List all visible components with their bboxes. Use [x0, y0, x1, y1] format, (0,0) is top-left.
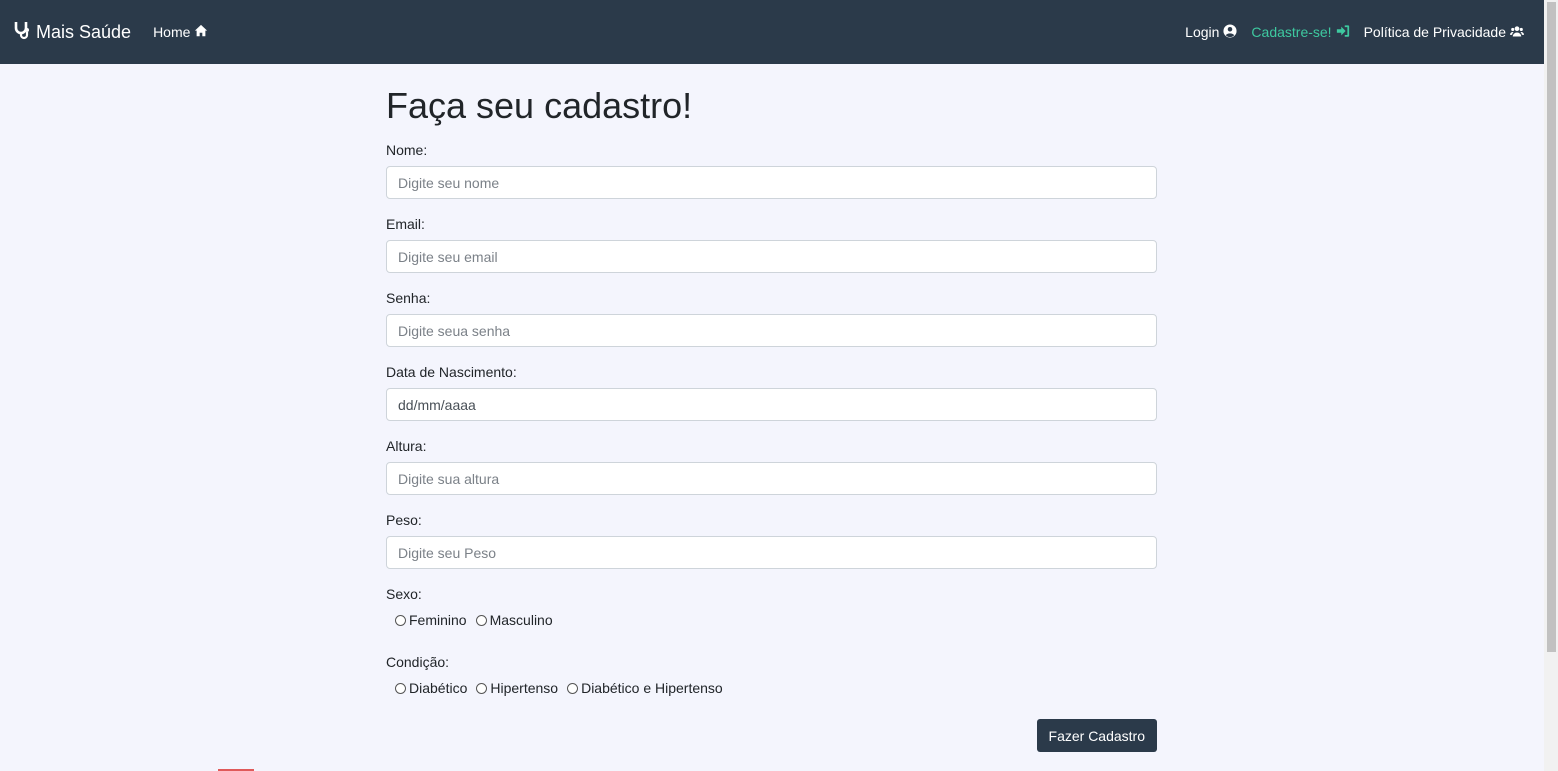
nome-label: Nome: — [386, 142, 428, 159]
nav-signup-label: Cadastre-se! — [1251, 24, 1332, 40]
condicao-option-diabetico[interactable]: Diabético — [395, 680, 467, 696]
radio-button[interactable] — [395, 682, 406, 694]
nav-login-label: Login — [1185, 24, 1220, 40]
nav-privacy[interactable]: Política de Privacidade — [1363, 24, 1525, 41]
radio-button[interactable] — [475, 614, 487, 626]
radio-button[interactable] — [476, 682, 488, 694]
scrollbar-thumb[interactable] — [1547, 2, 1556, 652]
nav-signup[interactable]: Cadastre-se! — [1251, 24, 1349, 41]
condicao-option-ambos[interactable]: Diabético e Hipertenso — [567, 680, 723, 696]
field-peso: Peso: — [386, 512, 1157, 570]
field-nome: Nome: — [386, 142, 1157, 200]
sexo-option-masculino[interactable]: Masculino — [475, 612, 553, 629]
condicao-option-hipertenso[interactable]: Hipertenso — [476, 680, 558, 696]
brand-name: Mais Saúde — [36, 21, 132, 42]
page: Mais Saúde Home Login Cadastre-se! Polít… — [0, 0, 1558, 771]
nav-login[interactable]: Login — [1185, 23, 1237, 41]
nav-home-label: Home — [153, 24, 191, 40]
nascimento-label: Data de Nascimento: — [386, 364, 517, 381]
sexo-option-feminino[interactable]: Feminino — [395, 612, 467, 628]
nav-home[interactable]: Home — [153, 24, 208, 41]
signup-form: Faça seu cadastro! Nome: Email: Senha: D… — [386, 64, 1157, 753]
sexo-group: Sexo: Feminino Masculino — [386, 586, 1157, 628]
email-input[interactable] — [386, 240, 1157, 274]
condicao-group: Condição: Diabético Hipertenso Diabético… — [386, 654, 1157, 696]
radio-button[interactable] — [395, 614, 406, 626]
fazer-cadastro-button[interactable]: Fazer Cadastro — [1036, 719, 1157, 753]
radio-label: Diabético e Hipertenso — [581, 680, 723, 697]
users-icon — [1509, 24, 1525, 41]
user-circle-icon — [1223, 23, 1237, 41]
navbar: Mais Saúde Home Login Cadastre-se! Polít… — [0, 0, 1544, 64]
condicao-label: Condição: — [386, 654, 450, 671]
sexo-options: Feminino Masculino — [386, 612, 1157, 628]
senha-label: Senha: — [386, 290, 431, 307]
sexo-label: Sexo: — [386, 586, 422, 603]
brand-link[interactable]: Mais Saúde — [12, 20, 131, 45]
submit-row: Fazer Cadastro — [386, 719, 1157, 753]
peso-input[interactable] — [386, 536, 1157, 570]
field-nascimento: Data de Nascimento: — [386, 364, 1157, 422]
radio-label: Diabético — [409, 680, 468, 697]
radio-label: Feminino — [409, 612, 467, 629]
field-email: Email: — [386, 216, 1157, 274]
radio-label: Masculino — [489, 612, 553, 629]
radio-label: Hipertenso — [490, 680, 559, 697]
stethoscope-icon — [12, 20, 32, 45]
nome-input[interactable] — [386, 166, 1157, 200]
nav-privacy-label: Política de Privacidade — [1363, 24, 1506, 40]
altura-label: Altura: — [386, 438, 427, 455]
condicao-options: Diabético Hipertenso Diabético e Hiperte… — [386, 680, 1157, 696]
field-altura: Altura: — [386, 438, 1157, 496]
nascimento-date-input[interactable] — [386, 388, 1157, 422]
field-senha: Senha: — [386, 290, 1157, 348]
peso-label: Peso: — [386, 512, 422, 529]
senha-input[interactable] — [386, 314, 1157, 348]
scrollbar[interactable] — [1544, 0, 1558, 771]
email-label: Email: — [386, 216, 425, 233]
home-icon — [194, 24, 208, 41]
page-title: Faça seu cadastro! — [386, 85, 693, 126]
radio-button[interactable] — [567, 682, 579, 694]
altura-input[interactable] — [386, 462, 1157, 496]
sign-in-icon — [1336, 24, 1350, 41]
